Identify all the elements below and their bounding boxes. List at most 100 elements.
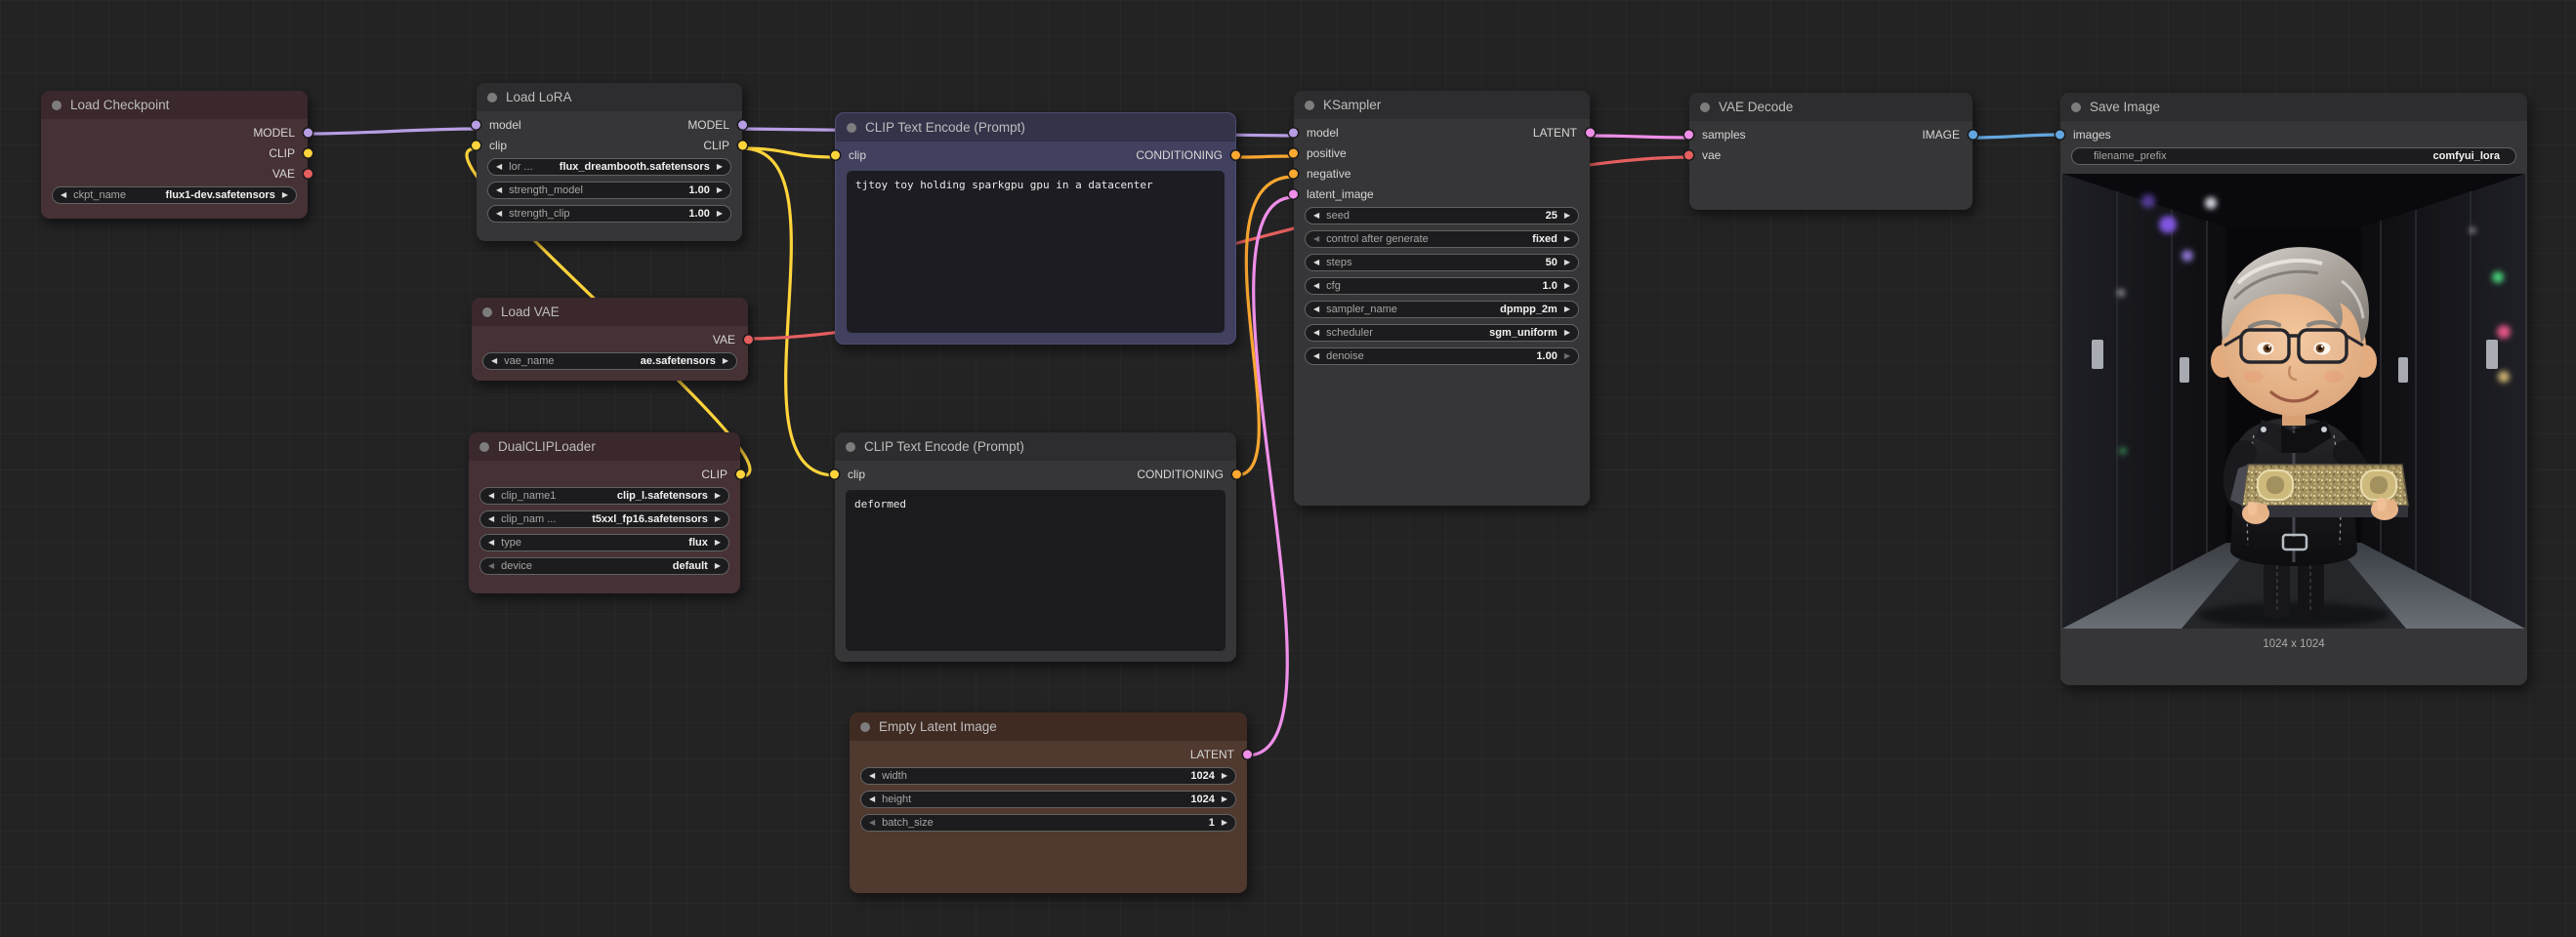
widget-steps[interactable]: ◀ steps 50 ▶ <box>1305 254 1579 271</box>
node-header[interactable]: Empty Latent Image <box>850 713 1247 741</box>
decrement-arrow-icon[interactable]: ◀ <box>496 210 502 218</box>
decrement-arrow-icon[interactable]: ◀ <box>496 163 502 171</box>
node-header[interactable]: Load Checkpoint <box>41 91 308 119</box>
increment-arrow-icon[interactable]: ▶ <box>715 539 721 547</box>
node-canvas[interactable]: Load Checkpoint MODEL CLIP VAE ◀ ckpt_na… <box>0 0 2576 937</box>
increment-arrow-icon[interactable]: ▶ <box>717 163 723 171</box>
decrement-arrow-icon[interactable]: ◀ <box>1313 235 1319 243</box>
increment-arrow-icon[interactable]: ▶ <box>717 186 723 194</box>
increment-arrow-icon[interactable]: ▶ <box>1564 259 1570 266</box>
collapse-dot-icon[interactable] <box>479 442 489 452</box>
increment-arrow-icon[interactable]: ▶ <box>1564 282 1570 290</box>
increment-arrow-icon[interactable]: ▶ <box>282 191 288 199</box>
decrement-arrow-icon[interactable]: ◀ <box>1313 352 1319 360</box>
node-empty-latent-image[interactable]: Empty Latent Image LATENT ◀ width 1024 ▶… <box>850 713 1247 893</box>
collapse-dot-icon[interactable] <box>1305 101 1314 110</box>
decrement-arrow-icon[interactable]: ◀ <box>491 357 497 365</box>
collapse-dot-icon[interactable] <box>2071 102 2081 112</box>
model-input-dot[interactable] <box>1289 128 1298 137</box>
widget-vae-name[interactable]: ◀ vae_name ae.safetensors ▶ <box>482 352 737 370</box>
widget-denoise[interactable]: ◀ denoise 1.00 ▶ <box>1305 347 1579 365</box>
node-header[interactable]: CLIP Text Encode (Prompt) <box>836 113 1235 142</box>
increment-arrow-icon[interactable]: ▶ <box>1564 352 1570 360</box>
conditioning-output-dot[interactable] <box>1232 469 1241 478</box>
increment-arrow-icon[interactable]: ▶ <box>1222 819 1227 827</box>
widget-seed[interactable]: ◀ seed 25 ▶ <box>1305 207 1579 224</box>
decrement-arrow-icon[interactable]: ◀ <box>488 515 494 523</box>
clip-input-dot[interactable] <box>830 469 839 478</box>
negative-input-dot[interactable] <box>1289 169 1298 178</box>
decrement-arrow-icon[interactable]: ◀ <box>1313 329 1319 337</box>
collapse-dot-icon[interactable] <box>860 722 870 732</box>
increment-arrow-icon[interactable]: ▶ <box>715 515 721 523</box>
node-load-lora[interactable]: Load LoRA model MODEL clip CLIP ◀ lor ..… <box>477 83 742 241</box>
widget-strength-clip[interactable]: ◀ strength_clip 1.00 ▶ <box>487 205 731 223</box>
widget-scheduler[interactable]: ◀ scheduler sgm_uniform ▶ <box>1305 324 1579 342</box>
widget-batch-size[interactable]: ◀ batch_size 1 ▶ <box>860 814 1236 832</box>
model-output-dot[interactable] <box>304 128 312 137</box>
decrement-arrow-icon[interactable]: ◀ <box>869 772 875 780</box>
decrement-arrow-icon[interactable]: ◀ <box>488 562 494 570</box>
decrement-arrow-icon[interactable]: ◀ <box>496 186 502 194</box>
widget-cfg[interactable]: ◀ cfg 1.0 ▶ <box>1305 277 1579 295</box>
increment-arrow-icon[interactable]: ▶ <box>1222 772 1227 780</box>
increment-arrow-icon[interactable]: ▶ <box>717 210 723 218</box>
node-header[interactable]: DualCLIPLoader <box>469 432 740 461</box>
widget-device[interactable]: ◀ device default ▶ <box>479 557 729 575</box>
widget-width[interactable]: ◀ width 1024 ▶ <box>860 767 1236 785</box>
increment-arrow-icon[interactable]: ▶ <box>715 562 721 570</box>
latent-output-dot[interactable] <box>1243 750 1252 758</box>
node-load-vae[interactable]: Load VAE VAE ◀ vae_name ae.safetensors ▶ <box>472 298 748 381</box>
clip-output-dot[interactable] <box>738 141 747 149</box>
widget-type[interactable]: ◀ type flux ▶ <box>479 534 729 551</box>
node-header[interactable]: Load LoRA <box>477 83 742 111</box>
widget-height[interactable]: ◀ height 1024 ▶ <box>860 791 1236 808</box>
samples-input-dot[interactable] <box>1684 130 1693 139</box>
increment-arrow-icon[interactable]: ▶ <box>723 357 728 365</box>
model-input-dot[interactable] <box>472 120 480 129</box>
widget-clip-name2[interactable]: ◀ clip_nam ... t5xxl_fp16.safetensors ▶ <box>479 510 729 528</box>
increment-arrow-icon[interactable]: ▶ <box>1564 306 1570 313</box>
decrement-arrow-icon[interactable]: ◀ <box>488 492 494 500</box>
collapse-dot-icon[interactable] <box>52 101 62 110</box>
node-header[interactable]: VAE Decode <box>1689 93 1973 121</box>
prompt-textarea[interactable]: tjtoy toy holding sparkgpu gpu in a data… <box>847 171 1225 333</box>
increment-arrow-icon[interactable]: ▶ <box>1222 795 1227 803</box>
clip-output-dot[interactable] <box>736 469 745 478</box>
node-ksampler[interactable]: KSampler model LATENT positive negative … <box>1294 91 1590 506</box>
node-load-checkpoint[interactable]: Load Checkpoint MODEL CLIP VAE ◀ ckpt_na… <box>41 91 308 219</box>
clip-output-dot[interactable] <box>304 148 312 157</box>
widget-ckpt-name[interactable]: ◀ ckpt_name flux1-dev.safetensors ▶ <box>52 186 297 204</box>
node-header[interactable]: Save Image <box>2060 93 2527 121</box>
widget-sampler-name[interactable]: ◀ sampler_name dpmpp_2m ▶ <box>1305 301 1579 318</box>
widget-strength-model[interactable]: ◀ strength_model 1.00 ▶ <box>487 182 731 199</box>
decrement-arrow-icon[interactable]: ◀ <box>61 191 66 199</box>
clip-input-dot[interactable] <box>831 150 840 159</box>
conditioning-output-dot[interactable] <box>1231 150 1240 159</box>
collapse-dot-icon[interactable] <box>847 123 856 133</box>
decrement-arrow-icon[interactable]: ◀ <box>869 795 875 803</box>
latent-output-dot[interactable] <box>1586 128 1595 137</box>
node-save-image[interactable]: Save Image images filename_prefix comfyu… <box>2060 93 2527 685</box>
vae-input-dot[interactable] <box>1684 150 1693 159</box>
decrement-arrow-icon[interactable]: ◀ <box>1313 306 1319 313</box>
prompt-textarea[interactable]: deformed <box>846 490 1226 651</box>
clip-input-dot[interactable] <box>472 141 480 149</box>
node-clip-text-encode-negative[interactable]: CLIP Text Encode (Prompt) clip CONDITION… <box>835 432 1236 662</box>
collapse-dot-icon[interactable] <box>1700 102 1710 112</box>
node-header[interactable]: CLIP Text Encode (Prompt) <box>835 432 1236 461</box>
collapse-dot-icon[interactable] <box>846 442 855 452</box>
node-clip-text-encode-positive[interactable]: CLIP Text Encode (Prompt) clip CONDITION… <box>835 112 1236 345</box>
latent-image-input-dot[interactable] <box>1289 189 1298 198</box>
increment-arrow-icon[interactable]: ▶ <box>1564 235 1570 243</box>
image-output-dot[interactable] <box>1969 130 1977 139</box>
widget-filename-prefix[interactable]: filename_prefix comfyui_lora <box>2071 147 2516 165</box>
increment-arrow-icon[interactable]: ▶ <box>1564 329 1570 337</box>
decrement-arrow-icon[interactable]: ◀ <box>1313 282 1319 290</box>
node-header[interactable]: Load VAE <box>472 298 748 326</box>
widget-clip-name1[interactable]: ◀ clip_name1 clip_l.safetensors ▶ <box>479 487 729 505</box>
increment-arrow-icon[interactable]: ▶ <box>715 492 721 500</box>
decrement-arrow-icon[interactable]: ◀ <box>1313 259 1319 266</box>
widget-lora-name[interactable]: ◀ lor ... flux_dreambooth.safetensors ▶ <box>487 158 731 176</box>
node-header[interactable]: KSampler <box>1294 91 1590 119</box>
